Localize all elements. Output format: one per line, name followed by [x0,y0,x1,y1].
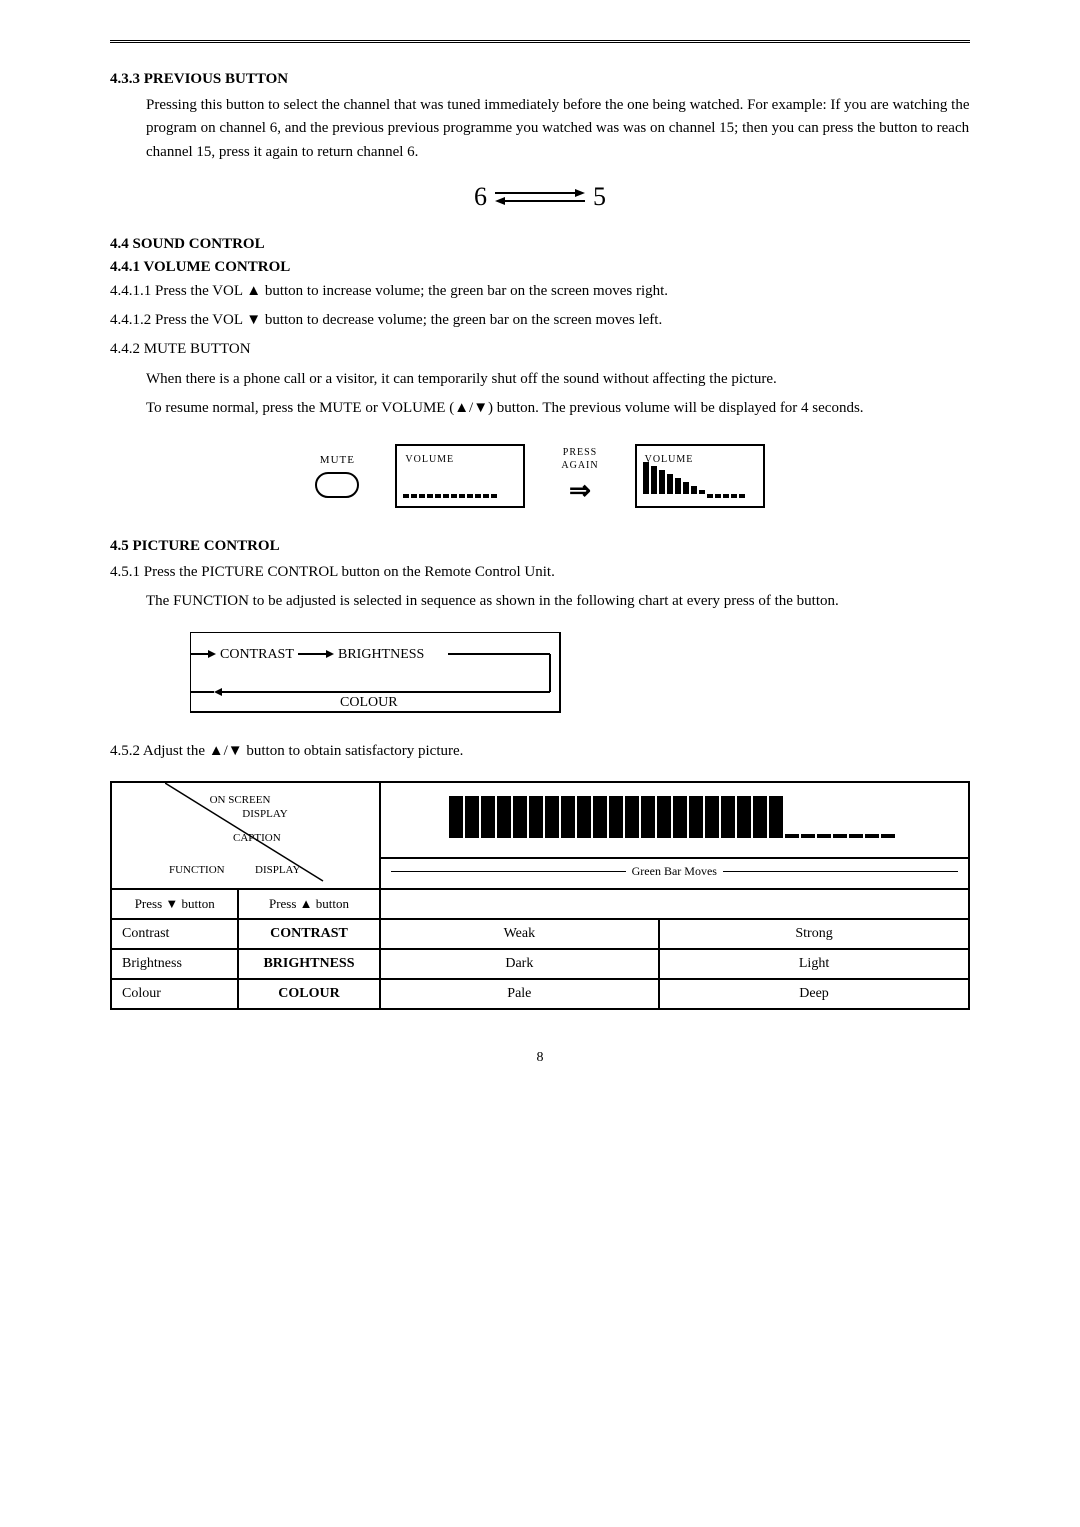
section-45: 4.5 PICTURE CONTROL 4.5.1 Press the PICT… [110,538,970,1010]
mute-block: MUTE [315,454,359,498]
header-press-up: Press ▲ button [238,889,379,919]
mute-label: MUTE [320,454,355,466]
press-again-block: PRESSAGAIN ⇒ [561,446,598,506]
green-bar-label-row: Green Bar Moves [391,864,958,879]
line-4411: 4.4.1.1 Press the VOL ▲ button to increa… [110,280,970,303]
table-col-headers: Press ▼ button Press ▲ button [111,889,969,919]
row3-display: COLOUR [238,979,379,1009]
diagonal-cell-svg: ON SCREEN DISPLAY CAPTION FUNCTION DISPL… [165,783,325,883]
green-bar-cell: Green Bar Moves [380,858,969,889]
channel-from: 6 [474,182,487,212]
channel-to: 5 [593,182,606,212]
svg-text:CAPTION: CAPTION [233,832,281,844]
volume-label-2: VOLUME [645,454,694,465]
heading-441: 4.4.1 VOLUME CONTROL [110,259,970,276]
green-bar-left-line [391,871,626,872]
para-433: Pressing this button to select the chann… [146,94,970,164]
row2-display: BRIGHTNESS [238,949,379,979]
svg-text:DISPLAY: DISPLAY [255,864,300,876]
heading-45: 4.5 PICTURE CONTROL [110,538,970,555]
bar-display-svg [449,796,899,842]
row3-function: Colour [111,979,238,1009]
volume-box-1: VOLUME [395,444,525,508]
mute-para2: To resume normal, press the MUTE or VOLU… [146,397,970,420]
page-number: 8 [110,1050,970,1066]
row2-press-down: Dark [380,949,660,979]
table-row: Contrast CONTRAST Weak Strong [111,919,969,949]
row2-function: Brightness [111,949,238,979]
green-bar-right-line [723,871,958,872]
heading-433: 4.3.3 PREVIOUS BUTTON [110,71,970,88]
line-4412: 4.4.1.2 Press the VOL ▼ button to decrea… [110,309,970,332]
vol-bars-2 [643,470,757,498]
row1-function: Contrast [111,919,238,949]
row1-press-up: Strong [659,919,969,949]
picture-flow-chart: CONTRAST BRIGHTNESS COLOUR [190,632,570,722]
section-433: 4.3.3 PREVIOUS BUTTON Pressing this butt… [110,71,970,212]
table-row: Brightness BRIGHTNESS Dark Light [111,949,969,979]
section-44: 4.4 SOUND CONTROL 4.4.1 VOLUME CONTROL 4… [110,236,970,508]
svg-text:COLOUR: COLOUR [340,695,398,710]
vol-dots-svg [403,470,513,498]
mute-para1: When there is a phone call or a visitor,… [146,368,970,391]
mute-icon [315,472,359,498]
svg-text:DISPLAY: DISPLAY [243,808,288,820]
line-451: 4.5.1 Press the PICTURE CONTROL button o… [110,561,970,584]
vol-bars-svg [643,462,753,498]
green-bar-text: Green Bar Moves [632,864,717,879]
volume-label-1: VOLUME [405,454,454,465]
flow-chart-svg: CONTRAST BRIGHTNESS COLOUR [190,632,570,722]
row2-press-up: Light [659,949,969,979]
header-press-down: Press ▼ button [111,889,238,919]
top-border [110,40,970,43]
picture-control-table: ON SCREEN DISPLAY CAPTION FUNCTION DISPL… [110,781,970,1010]
volume-box-2: VOLUME [635,444,765,508]
row3-press-up: Deep [659,979,969,1009]
channel-arrow [495,186,585,208]
table-header-row: ON SCREEN DISPLAY CAPTION FUNCTION DISPL… [111,782,969,858]
press-again-label: PRESSAGAIN [561,446,598,472]
table-row: Colour COLOUR Pale Deep [111,979,969,1009]
double-arrow-icon: ⇒ [569,476,591,506]
row1-display: CONTRAST [238,919,379,949]
bar-display-cell [380,782,969,858]
channel-diagram: 6 5 [110,182,970,212]
line-451b: The FUNCTION to be adjusted is selected … [146,590,970,613]
diagonal-header-cell: ON SCREEN DISPLAY CAPTION FUNCTION DISPL… [111,782,380,889]
vol-bars-1 [403,470,517,498]
row1-press-down: Weak [380,919,660,949]
svg-text:BRIGHTNESS: BRIGHTNESS [338,647,424,662]
heading-44: 4.4 SOUND CONTROL [110,236,970,253]
volume-diagram: MUTE VOLUME [110,444,970,508]
svg-text:CONTRAST: CONTRAST [220,647,294,662]
line-442: 4.4.2 MUTE BUTTON [110,338,970,361]
svg-text:FUNCTION: FUNCTION [169,864,225,876]
svg-text:ON SCREEN: ON SCREEN [210,794,271,806]
line-452: 4.5.2 Adjust the ▲/▼ button to obtain sa… [110,740,970,763]
row3-press-down: Pale [380,979,660,1009]
